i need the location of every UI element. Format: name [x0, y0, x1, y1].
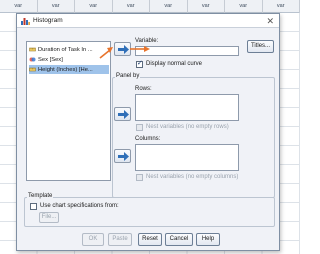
spreadsheet-column-headers: var var var var var var var var — [0, 0, 300, 13]
use-chart-spec-label: Use chart specifications from: — [40, 203, 119, 209]
scale-ruler-icon — [29, 67, 36, 72]
variable-field[interactable] — [135, 46, 239, 56]
arrow-right-icon — [118, 152, 129, 161]
nest-columns-label: Nest variables (no empty columns) — [146, 174, 239, 180]
move-to-rows-button[interactable] — [114, 107, 131, 121]
scale-ruler-icon — [29, 47, 36, 52]
arrow-right-icon — [118, 110, 129, 119]
list-item[interactable]: Height (Inches) [He... — [29, 65, 109, 74]
help-button[interactable]: Help — [196, 233, 220, 246]
histogram-app-icon — [21, 18, 30, 25]
nest-columns-checkbox[interactable] — [136, 174, 143, 181]
variable-label: Variable: — [135, 38, 159, 44]
use-chart-spec-checkbox[interactable] — [30, 203, 37, 210]
nest-rows-label: Nest variables (no empty rows) — [146, 124, 229, 130]
list-item[interactable]: Duration of Task In ... — [29, 45, 109, 54]
rows-field[interactable] — [135, 94, 239, 121]
display-normal-curve-checkbox[interactable] — [136, 59, 143, 68]
column-header[interactable]: var — [225, 0, 263, 13]
arrow-right-icon — [118, 45, 129, 54]
close-icon[interactable]: ✕ — [266, 15, 274, 27]
columns-field[interactable] — [135, 144, 239, 171]
cancel-button[interactable]: Cancel — [165, 233, 193, 246]
ok-button[interactable]: OK — [82, 233, 104, 246]
column-header[interactable]: var — [0, 0, 38, 13]
file-button[interactable]: File... — [39, 212, 59, 223]
titles-button[interactable]: Titles... — [247, 40, 274, 53]
dialog-titlebar[interactable]: Histogram ✕ — [17, 14, 279, 28]
move-to-variable-button[interactable] — [114, 42, 131, 56]
move-to-columns-button[interactable] — [114, 149, 131, 163]
template-title: Template — [27, 193, 54, 199]
variable-label: Height (Inches) [He... — [38, 66, 93, 73]
dialog-title: Histogram — [33, 17, 63, 24]
column-header[interactable]: var — [150, 0, 188, 13]
column-header[interactable]: var — [263, 0, 300, 13]
variable-label: Sex [Sex] — [38, 56, 63, 63]
rows-label: Rows: — [135, 86, 152, 92]
variable-label: Duration of Task In ... — [38, 46, 93, 53]
display-normal-curve-label: Display normal curve — [146, 61, 203, 67]
paste-button[interactable]: Paste — [108, 233, 132, 246]
column-header[interactable]: var — [75, 0, 113, 13]
nest-rows-checkbox[interactable] — [136, 124, 143, 131]
column-header[interactable]: var — [38, 0, 75, 13]
source-variable-list[interactable]: Duration of Task In ... Sex [Sex] Height… — [26, 41, 111, 181]
column-header[interactable]: var — [188, 0, 225, 13]
reset-button[interactable]: Reset — [138, 233, 162, 246]
histogram-dialog: Histogram ✕ Duration of Task In ... Sex … — [16, 13, 280, 251]
template-group — [24, 197, 275, 227]
column-header[interactable]: var — [113, 0, 150, 13]
columns-label: Columns: — [135, 136, 161, 142]
nominal-venn-icon — [29, 57, 36, 62]
panel-by-title: Panel by — [115, 73, 141, 79]
list-item[interactable]: Sex [Sex] — [29, 55, 109, 64]
